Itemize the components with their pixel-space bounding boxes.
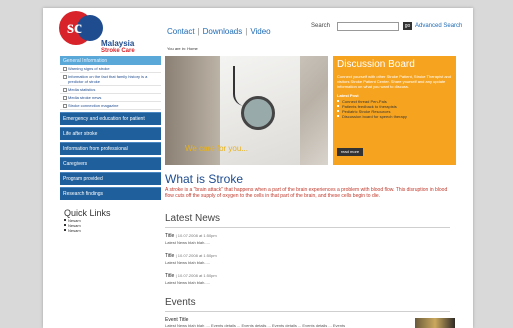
discussion-board-description: Connect yourself with other Stroke Patie…	[337, 74, 451, 89]
latest-post-label: Latest Post	[337, 93, 359, 98]
event-item[interactable]: Event Title Latest News blah blah .... E…	[165, 317, 345, 328]
sidebar-subitem[interactable]: Media stroke news	[60, 94, 161, 102]
what-is-stroke-text: A stroke is a "brain attack" that happen…	[165, 187, 448, 199]
news-body: Latest News blah blah.....	[165, 260, 210, 265]
hero-caption: We care for you...	[185, 144, 248, 153]
logo-mark: sc	[67, 17, 82, 37]
logo-text-strokecare: Stroke Care	[101, 48, 135, 54]
sidebar-subitem[interactable]: Stroke connection magazine	[60, 102, 161, 110]
sidebar-item-professional-info[interactable]: Information from professional	[60, 142, 161, 155]
breadcrumb: You are in: Home	[167, 46, 198, 51]
sidebar-section-heading[interactable]: General Information	[60, 56, 161, 65]
sidebar-subitem[interactable]: Information on the fact that family hist…	[60, 73, 161, 86]
search-label: Search	[311, 23, 331, 29]
news-item[interactable]: Title | 10.07.2008 at 1:50pm Latest News…	[165, 253, 217, 265]
news-item[interactable]: Title | 10.07.2008 at 1:50pm Latest News…	[165, 233, 217, 245]
news-date: | 10.07.2008 at 1:50pm	[175, 253, 217, 258]
quick-link-item[interactable]: Nesam	[64, 228, 161, 233]
sidebar-subitem[interactable]: Media statistics	[60, 86, 161, 94]
search-input[interactable]	[337, 22, 399, 31]
read-more-button[interactable]: read more	[337, 148, 363, 156]
downloads-link[interactable]: Downloads	[203, 27, 243, 36]
nav-separator: |	[197, 27, 200, 36]
web-page: sc Malaysia Stroke Care Contact | Download…	[43, 8, 473, 328]
sidebar-item-research[interactable]: Research findings	[60, 187, 161, 200]
video-link[interactable]: Video	[250, 27, 270, 36]
sidebar-item-emergency[interactable]: Emergency and education for patient	[60, 112, 161, 125]
news-body: Latest News blah blah.....	[165, 240, 210, 245]
news-title[interactable]: Title	[165, 233, 174, 239]
news-item[interactable]: Title | 10.07.2008 at 1:50pm Latest News…	[165, 273, 217, 285]
stethoscope-icon	[241, 96, 275, 130]
logo-text-malaysia: Malaysia	[101, 39, 135, 48]
news-body: Latest News blah blah.....	[165, 280, 210, 285]
doctor-stethoscope-image: We care for you...	[165, 56, 328, 165]
search-go-button[interactable]: go	[403, 22, 412, 30]
latest-news-heading: Latest News	[165, 213, 221, 224]
what-is-stroke-heading: What is Stroke	[165, 172, 244, 186]
site-logo[interactable]: sc Malaysia Stroke Care	[53, 11, 148, 61]
sidebar-item-caregivers[interactable]: Caregivers	[60, 157, 161, 170]
sidebar-item-life-after-stroke[interactable]: Life after stroke	[60, 127, 161, 140]
sidebar: General Information Warning signs of str…	[60, 56, 161, 233]
hero-banner: We care for you... Discussion Board Conn…	[165, 56, 456, 165]
sidebar-item-program[interactable]: Program provided	[60, 172, 161, 185]
contact-link[interactable]: Contact	[167, 27, 195, 36]
discussion-board-panel: Discussion Board Connect yourself with o…	[333, 56, 456, 165]
news-title[interactable]: Title	[165, 253, 174, 259]
sidebar-subitem[interactable]: Warning signs of stroke	[60, 65, 161, 73]
nav-separator: |	[245, 27, 248, 36]
advanced-search-link[interactable]: Advanced Search	[415, 23, 462, 29]
divider	[165, 311, 450, 312]
event-body: Latest News blah blah .... Events detail…	[165, 323, 346, 328]
top-navigation: Contact | Downloads | Video	[167, 27, 271, 36]
news-date: | 10.07.2008 at 1:50pm	[175, 233, 217, 238]
post-link[interactable]: Discussion board for speech therapy	[337, 114, 407, 119]
latest-post-list: Connect thread Pen-Pals Patients feedbac…	[337, 99, 407, 119]
quick-links-title: Quick Links	[64, 208, 111, 218]
divider	[165, 227, 450, 228]
event-thumbnail-image[interactable]	[415, 318, 455, 328]
news-date: | 10.07.2008 at 1:50pm	[175, 273, 217, 278]
events-heading: Events	[165, 297, 196, 308]
news-title[interactable]: Title	[165, 273, 174, 279]
discussion-board-title: Discussion Board	[337, 59, 415, 70]
